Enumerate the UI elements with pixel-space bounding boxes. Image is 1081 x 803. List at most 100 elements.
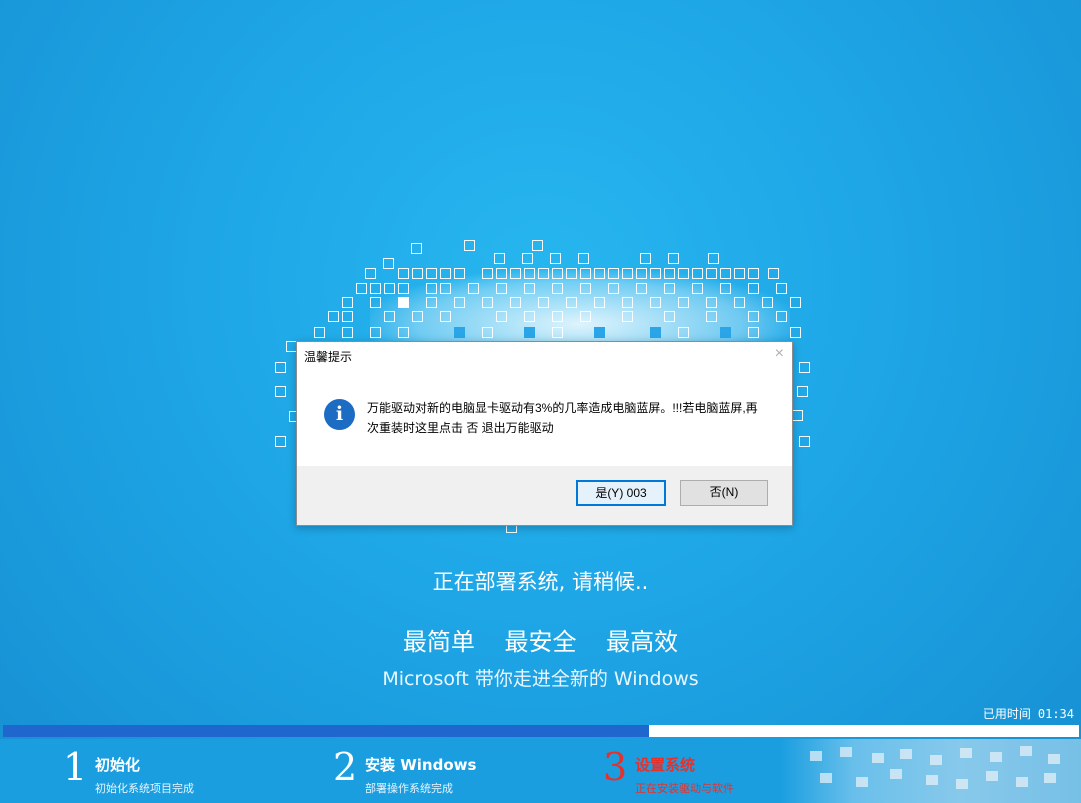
mosaic-pixel xyxy=(776,311,787,322)
mosaic-pixel xyxy=(370,327,381,338)
mosaic-pixel xyxy=(664,283,675,294)
yes-button[interactable]: 是(Y) 003 xyxy=(576,480,666,506)
mosaic-pixel xyxy=(510,297,521,308)
progress-fill xyxy=(3,725,649,737)
mosaic-pixel xyxy=(748,283,759,294)
mosaic-pixel xyxy=(636,283,647,294)
step-number: 3 xyxy=(603,745,628,789)
mosaic-pixel xyxy=(706,297,717,308)
mosaic-pixel xyxy=(496,268,507,279)
mosaic-pixel xyxy=(426,268,437,279)
mosaic-pixel xyxy=(708,253,719,264)
no-button[interactable]: 否(N) xyxy=(680,480,768,506)
elapsed-value: 01:34 xyxy=(1037,707,1074,721)
mosaic-pixel xyxy=(678,268,689,279)
elapsed-time: 已用时间 01:34 xyxy=(983,705,1074,722)
step-subtitle: 部署操作系统完成 xyxy=(365,782,453,795)
blurred-block xyxy=(890,769,902,779)
mosaic-pixel xyxy=(365,268,376,279)
mosaic-pixel xyxy=(550,253,561,264)
mosaic-pixel xyxy=(314,327,325,338)
steps-bar: 1 初始化 初始化系统项目完成 2 安装 Windows 部署操作系统完成 3 … xyxy=(0,739,1081,803)
blurred-block xyxy=(1020,746,1032,756)
mosaic-pixel xyxy=(790,297,801,308)
blurred-block xyxy=(856,777,868,787)
mosaic-pixel xyxy=(748,268,759,279)
mosaic-pixel xyxy=(692,268,703,279)
elapsed-label: 已用时间 xyxy=(982,707,1031,721)
mosaic-pixel xyxy=(580,283,591,294)
blurred-block xyxy=(986,771,998,781)
mosaic-pixel xyxy=(566,297,577,308)
mosaic-pixel xyxy=(692,283,703,294)
mosaic-pixel xyxy=(776,283,787,294)
mosaic-pixel xyxy=(398,283,409,294)
mosaic-pixel xyxy=(328,311,339,322)
slogan-item: 最高效 xyxy=(606,628,679,656)
mosaic-pixel xyxy=(580,268,591,279)
mosaic-pixel xyxy=(532,240,543,251)
mosaic-pixel xyxy=(720,283,731,294)
blurred-block xyxy=(960,748,972,758)
mosaic-pixel xyxy=(398,327,409,338)
mosaic-pixel xyxy=(552,283,563,294)
mosaic-pixel xyxy=(734,297,745,308)
mosaic-pixel xyxy=(622,311,633,322)
mosaic-pixel xyxy=(664,311,675,322)
mosaic-pixel xyxy=(578,253,589,264)
mosaic-pixel xyxy=(594,268,605,279)
mosaic-pixel xyxy=(668,253,679,264)
mosaic-pixel xyxy=(799,362,810,373)
mosaic-pixel xyxy=(342,327,353,338)
mosaic-pixel xyxy=(538,297,549,308)
mosaic-pixel xyxy=(496,283,507,294)
mosaic-pixel xyxy=(468,283,479,294)
mosaic-pixel xyxy=(524,327,535,338)
mosaic-pixel xyxy=(383,258,394,269)
mosaic-pixel xyxy=(440,283,451,294)
slogan-item: 最安全 xyxy=(504,628,577,656)
mosaic-pixel xyxy=(398,268,409,279)
blurred-block xyxy=(930,755,942,765)
blurred-block xyxy=(900,749,912,759)
slogan-item: 最简单 xyxy=(402,628,475,656)
mosaic-pixel xyxy=(370,283,381,294)
mosaic-pixel xyxy=(356,283,367,294)
mosaic-pixel xyxy=(494,253,505,264)
blurred-block xyxy=(820,773,832,783)
mosaic-pixel xyxy=(594,327,605,338)
close-icon[interactable]: × xyxy=(775,345,784,363)
mosaic-pixel xyxy=(748,311,759,322)
mosaic-pixel xyxy=(440,311,451,322)
dialog-message: 万能驱动对新的电脑显卡驱动有3%的几率造成电脑蓝屏。!!!若电脑蓝屏,再次重装时… xyxy=(367,401,758,435)
mosaic-pixel xyxy=(640,253,651,264)
mosaic-pixel xyxy=(608,268,619,279)
blurred-block xyxy=(990,752,1002,762)
mosaic-pixel xyxy=(370,297,381,308)
step-title: 安装 Windows xyxy=(365,756,477,774)
mosaic-pixel xyxy=(426,297,437,308)
mosaic-pixel xyxy=(792,410,803,421)
mosaic-pixel xyxy=(440,268,451,279)
step-subtitle: 正在安装驱动与软件 xyxy=(635,782,734,795)
mosaic-pixel xyxy=(650,297,661,308)
mosaic-pixel xyxy=(398,297,409,308)
mosaic-pixel xyxy=(522,253,533,264)
mosaic-pixel xyxy=(720,268,731,279)
mosaic-pixel xyxy=(275,436,286,447)
step-title: 初始化 xyxy=(95,756,141,774)
blurred-block xyxy=(872,753,884,763)
mosaic-pixel xyxy=(510,268,521,279)
mosaic-pixel xyxy=(622,297,633,308)
mosaic-pixel xyxy=(552,327,563,338)
step-number: 1 xyxy=(63,745,88,789)
blurred-block xyxy=(1016,777,1028,787)
mosaic-pixel xyxy=(454,268,465,279)
mosaic-pixel xyxy=(275,386,286,397)
mosaic-pixel xyxy=(482,327,493,338)
mosaic-pixel xyxy=(384,311,395,322)
step-number: 2 xyxy=(333,745,358,789)
mosaic-pixel xyxy=(706,311,717,322)
mosaic-pixel xyxy=(524,268,535,279)
blurred-block xyxy=(956,779,968,789)
